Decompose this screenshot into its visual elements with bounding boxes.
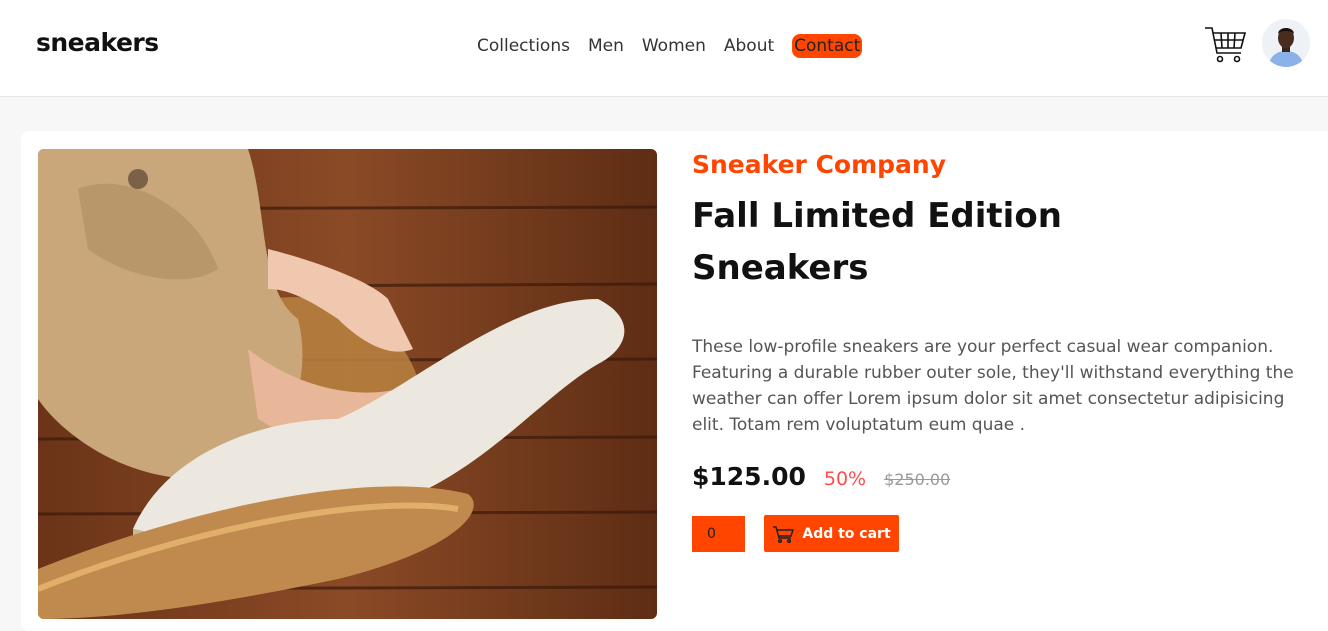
logo[interactable]: sneakers: [36, 28, 159, 57]
company-name: Sneaker Company: [692, 150, 947, 179]
nav-item-about[interactable]: About: [724, 34, 774, 58]
sneaker-photo: [38, 149, 657, 619]
price-row: $125.00 50% $250.00: [692, 462, 1312, 491]
purchase-actions: Add to cart: [692, 515, 1312, 552]
avatar[interactable]: [1262, 19, 1310, 67]
discount-badge: 50%: [823, 468, 867, 490]
main-nav: Collections Men Women About Contact: [477, 34, 880, 58]
nav-item-collections[interactable]: Collections: [477, 34, 570, 58]
quantity-input[interactable]: [692, 515, 745, 552]
cart-icon: [773, 525, 795, 543]
avatar-image: [1262, 19, 1310, 67]
cart-icon: [1205, 27, 1247, 63]
nav-item-women[interactable]: Women: [642, 34, 706, 58]
current-price: $125.00: [692, 462, 806, 491]
product-image[interactable]: [38, 149, 657, 619]
product-title: Fall Limited Edition Sneakers: [692, 196, 1062, 288]
site-header: sneakers Collections Men Women About Con…: [0, 0, 1328, 97]
cart-button[interactable]: [1203, 24, 1247, 66]
product-info: Sneaker Company Fall Limited Edition Sne…: [692, 150, 1312, 552]
nav-item-contact[interactable]: Contact: [792, 34, 863, 58]
add-to-cart-button[interactable]: Add to cart: [764, 515, 899, 552]
nav-item-men[interactable]: Men: [588, 34, 624, 58]
original-price: $250.00: [884, 470, 951, 489]
product-description: These low-profile sneakers are your perf…: [692, 337, 1294, 435]
add-to-cart-label: Add to cart: [802, 525, 891, 542]
